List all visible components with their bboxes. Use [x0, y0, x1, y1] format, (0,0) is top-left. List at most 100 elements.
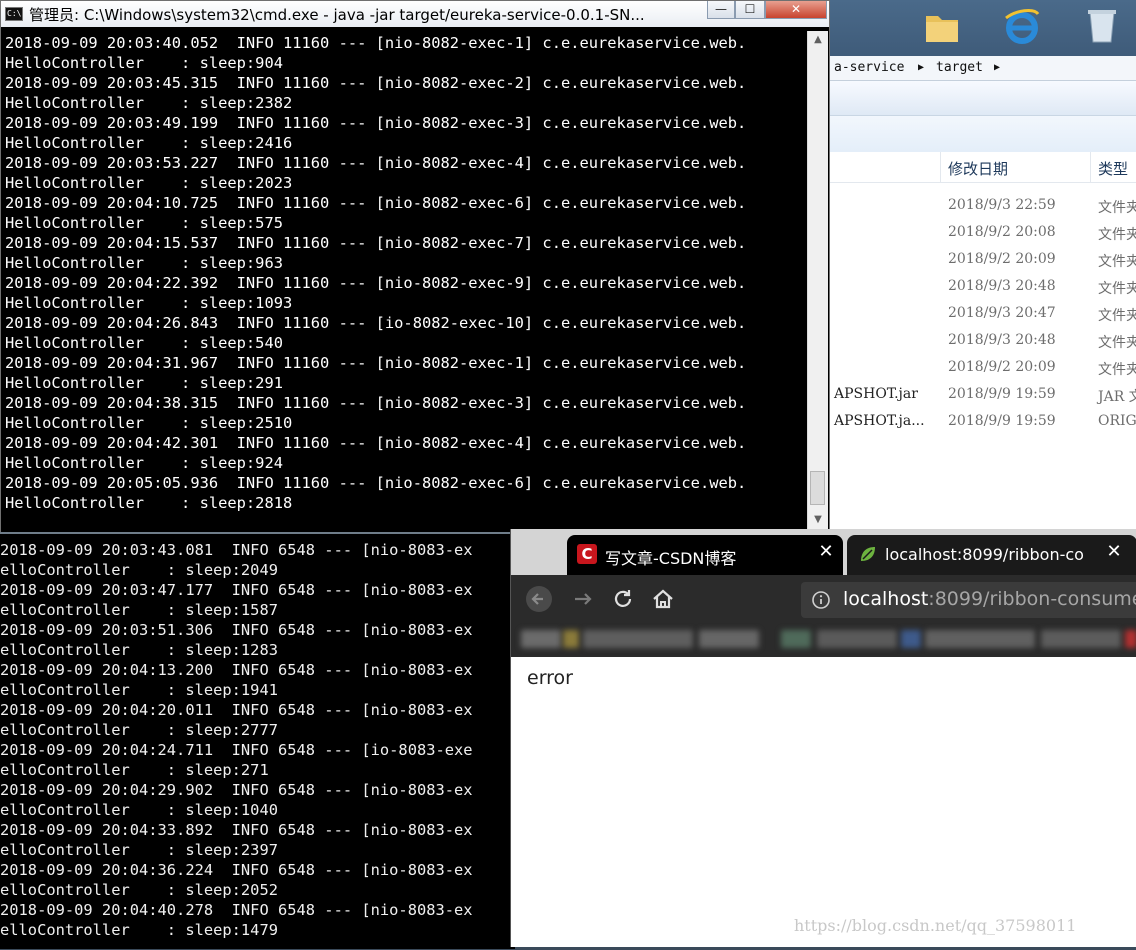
file-row[interactable]: 2018/9/3 20:48 文件夹 — [826, 327, 1136, 354]
console-output[interactable]: 2018-09-09 20:03:40.052 INFO 11160 --- [… — [5, 33, 803, 533]
cmd-window-service-8083[interactable]: 2018-09-09 20:03:43.081 INFO 6548 --- [n… — [0, 532, 515, 949]
window-titlebar[interactable]: C:\ 管理员: C:\Windows\system32\cmd.exe - j… — [1, 1, 829, 27]
file-row[interactable]: 2018/9/3 20:48 文件夹 — [826, 273, 1136, 300]
log-line: 2018-09-09 20:03:51.306 INFO 6548 --- [n… — [0, 621, 473, 639]
file-row[interactable]: 2018/9/2 20:08 文件夹 — [826, 219, 1136, 246]
file-type: JAR 文 — [1098, 389, 1136, 405]
recycle-bin-icon[interactable] — [1082, 4, 1122, 48]
bookmark-item[interactable] — [925, 630, 1035, 648]
column-header-type[interactable]: 类型 — [1098, 158, 1128, 179]
bookmark-item[interactable] — [781, 630, 811, 648]
address-bar[interactable]: localhost:8099/ribbon-consumer — [801, 582, 1136, 618]
log-line: elloController : sleep:2052 — [0, 881, 278, 899]
log-line: elloController : sleep:1941 — [0, 681, 278, 699]
file-name: APSHOT.ja... — [834, 413, 925, 429]
column-divider — [940, 152, 941, 182]
vertical-scrollbar[interactable]: ▲ ▼ — [807, 31, 828, 531]
chrome-browser-window[interactable]: C 写文章-CSDN博客 ✕ localhost:8099/ribbon-co … — [510, 529, 1136, 947]
close-button[interactable]: ✕ — [765, 1, 827, 19]
bookmark-item[interactable] — [901, 630, 921, 648]
bookmark-item[interactable] — [583, 630, 693, 648]
column-header-date[interactable]: 修改日期 — [948, 158, 1008, 179]
log-line: elloController : sleep:1283 — [0, 641, 278, 659]
minimize-button[interactable]: — — [707, 1, 735, 19]
file-date: 2018/9/3 20:47 — [948, 305, 1056, 321]
file-type: 文件夹 — [1098, 308, 1136, 324]
file-row[interactable]: APSHOT.jar 2018/9/9 19:59 JAR 文 — [826, 381, 1136, 408]
file-row[interactable]: 2018/9/3 22:59 文件夹 — [826, 192, 1136, 219]
log-line: 2018-09-09 20:04:22.392 INFO 11160 --- [… — [5, 274, 747, 292]
maximize-button[interactable]: ☐ — [735, 1, 765, 19]
file-row[interactable]: 2018/9/2 20:09 文件夹 — [826, 354, 1136, 381]
home-button[interactable] — [649, 585, 677, 613]
log-line: 2018-09-09 20:04:13.200 INFO 6548 --- [n… — [0, 661, 473, 679]
breadcrumb-item[interactable]: a-service — [834, 56, 904, 80]
browser-toolbar: localhost:8099/ribbon-consumer — [511, 575, 1136, 623]
chevron-right-icon: ▶ — [994, 62, 1001, 73]
explorer-toolbar — [826, 81, 1136, 116]
folder-icon[interactable] — [922, 4, 962, 48]
reload-button[interactable] — [609, 585, 637, 613]
url-host: localhost — [843, 588, 929, 610]
watermark: https://blog.csdn.net/qq_37598011 — [794, 916, 1077, 935]
close-tab-icon[interactable]: ✕ — [815, 541, 837, 563]
file-type: ORIGI — [1098, 413, 1136, 429]
log-line: HelloController : sleep:963 — [5, 254, 283, 272]
log-line: HelloController : sleep:2510 — [5, 414, 293, 432]
console-output[interactable]: 2018-09-09 20:03:43.081 INFO 6548 --- [n… — [0, 540, 515, 950]
file-date: 2018/9/9 19:59 — [948, 386, 1056, 402]
file-type: 文件夹 — [1098, 227, 1136, 243]
cmd-icon: C:\ — [5, 7, 23, 21]
file-type: 文件夹 — [1098, 281, 1136, 297]
tab-title: localhost:8099/ribbon-co — [885, 545, 1084, 564]
file-type: 文件夹 — [1098, 254, 1136, 270]
spring-leaf-icon — [859, 545, 877, 563]
tab-localhost[interactable]: localhost:8099/ribbon-co ✕ — [847, 535, 1136, 575]
breadcrumb-item[interactable]: target — [936, 56, 983, 80]
log-line: 2018-09-09 20:04:24.711 INFO 6548 --- [i… — [0, 741, 473, 759]
scrollbar-thumb[interactable] — [810, 471, 825, 505]
close-tab-icon[interactable]: ✕ — [1103, 541, 1125, 563]
file-row[interactable]: APSHOT.ja... 2018/9/9 19:59 ORIGI — [826, 408, 1136, 435]
log-line: HelloController : sleep:2023 — [5, 174, 293, 192]
scroll-down-icon[interactable]: ▼ — [808, 511, 828, 529]
bookmark-item[interactable] — [1041, 630, 1121, 648]
page-content: error — [511, 657, 1136, 947]
file-row[interactable]: 2018/9/2 20:09 文件夹 — [826, 246, 1136, 273]
log-line: elloController : sleep:2777 — [0, 721, 278, 739]
log-line: 2018-09-09 20:04:42.301 INFO 11160 --- [… — [5, 434, 747, 452]
cmd-window-eureka-service[interactable]: C:\ 管理员: C:\Windows\system32\cmd.exe - j… — [0, 0, 830, 534]
scroll-up-icon[interactable]: ▲ — [808, 31, 828, 49]
file-type: 文件夹 — [1098, 362, 1136, 378]
log-line: 2018-09-09 20:05:05.936 INFO 11160 --- [… — [5, 474, 747, 492]
address-breadcrumb[interactable]: a-service ▶ target ▶ — [826, 56, 1136, 81]
log-line: 2018-09-09 20:03:45.315 INFO 11160 --- [… — [5, 74, 747, 92]
info-icon[interactable] — [811, 590, 831, 610]
log-line: 2018-09-09 20:04:26.843 INFO 11160 --- [… — [5, 314, 747, 332]
explorer-command-bar — [826, 116, 1136, 152]
file-explorer-window: a-service ▶ target ▶ 修改日期 类型 2018/9/3 22… — [826, 56, 1136, 536]
tab-title: 写文章-CSDN博客 — [605, 549, 737, 568]
bookmark-item[interactable] — [521, 630, 561, 648]
forward-button[interactable] — [569, 585, 597, 613]
log-line: 2018-09-09 20:04:29.902 INFO 6548 --- [n… — [0, 781, 473, 799]
internet-explorer-icon[interactable] — [1002, 4, 1042, 48]
url-path: :8099/ribbon-consumer — [928, 588, 1136, 610]
log-line: 2018-09-09 20:04:36.224 INFO 6548 --- [n… — [0, 861, 473, 879]
bookmark-item[interactable] — [817, 630, 897, 648]
file-row[interactable]: 2018/9/3 20:47 文件夹 — [826, 300, 1136, 327]
log-line: elloController : sleep:2397 — [0, 841, 278, 859]
column-divider — [1090, 152, 1091, 182]
back-button[interactable] — [525, 585, 553, 613]
desktop-background — [826, 0, 1136, 60]
log-line: elloController : sleep:2049 — [0, 561, 278, 579]
file-date: 2018/9/3 20:48 — [948, 332, 1056, 348]
log-line: elloController : sleep:1040 — [0, 801, 278, 819]
log-line: HelloController : sleep:291 — [5, 374, 283, 392]
bookmark-item[interactable] — [563, 630, 579, 648]
tab-csdn[interactable]: C 写文章-CSDN博客 ✕ — [567, 535, 843, 575]
log-line: 2018-09-09 20:04:15.537 INFO 11160 --- [… — [5, 234, 747, 252]
bookmark-item[interactable] — [699, 630, 759, 648]
file-type: 文件夹 — [1098, 335, 1136, 351]
bookmark-item[interactable] — [1125, 630, 1136, 648]
